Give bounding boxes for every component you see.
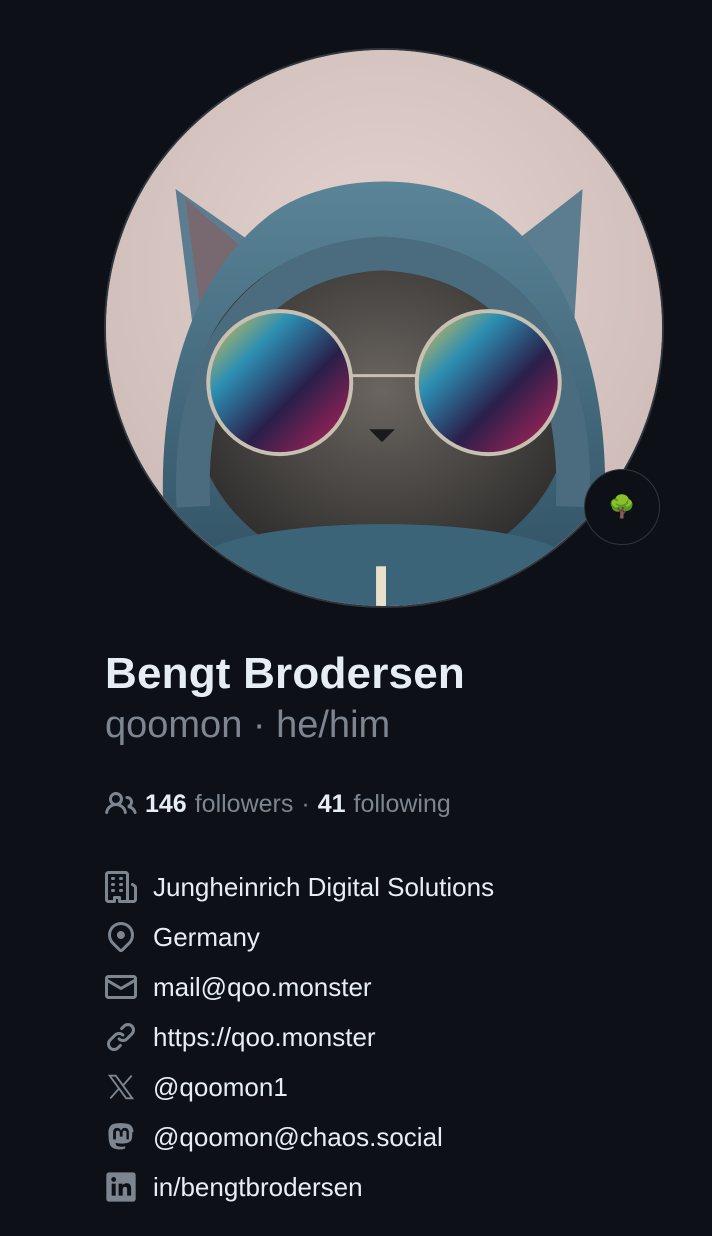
follow-stats: 146 followers · 41 following [105,784,451,824]
followers-link[interactable]: 146 followers [145,790,293,819]
followers-count: 146 [145,789,187,818]
detail-company: Jungheinrich Digital Solutions [105,862,494,912]
company-name: Jungheinrich Digital Solutions [153,871,495,902]
linkedin-icon [105,1171,137,1203]
following-label: following [353,789,451,818]
followers-label: followers [194,789,294,818]
avatar[interactable] [104,48,664,608]
username-separator: · [252,704,266,746]
twitter-link[interactable]: @qoomon1 [153,1072,288,1103]
tree-icon: 🌳 [608,494,636,519]
people-icon [105,788,137,820]
username: qoomon [105,704,243,746]
detail-linkedin: in/bengtbrodersen [105,1162,494,1212]
detail-email: mail@qoo.monster [105,962,494,1012]
detail-location: Germany [105,912,494,962]
profile-names: Bengt Brodersen qoomon · he/him [105,642,465,748]
full-name: Bengt Brodersen [105,649,465,698]
mastodon-link[interactable]: @qoomon@chaos.social [153,1122,443,1153]
location-text: Germany [153,921,260,952]
link-icon [105,1021,137,1053]
mail-icon [105,971,137,1003]
detail-twitter: @qoomon1 [105,1062,494,1112]
email-link[interactable]: mail@qoo.monster [153,972,372,1003]
username-line: qoomon · he/him [105,702,465,748]
x-logo-icon [105,1071,137,1103]
profile-details: Jungheinrich Digital Solutions Germany m… [105,862,494,1212]
follow-separator: · [301,789,310,818]
location-icon [105,921,137,953]
following-count: 41 [317,789,346,818]
pronouns: he/him [276,704,391,746]
mastodon-icon [105,1121,137,1153]
following-link[interactable]: 41 following [318,790,451,819]
avatar-image [106,50,662,606]
detail-mastodon: @qoomon@chaos.social [105,1112,494,1162]
website-link[interactable]: https://qoo.monster [153,1022,376,1053]
linkedin-link[interactable]: in/bengtbrodersen [153,1172,363,1203]
organization-icon [105,871,137,903]
status-badge[interactable]: 🌳 [584,469,660,545]
avatar-container: 🌳 [104,48,664,612]
detail-website: https://qoo.monster [105,1012,494,1062]
